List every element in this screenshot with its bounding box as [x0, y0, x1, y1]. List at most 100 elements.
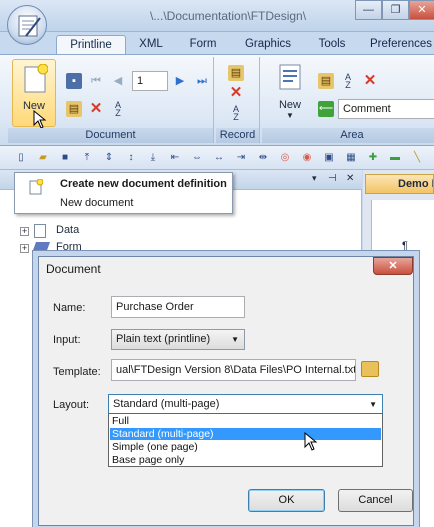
delete-area-icon[interactable]: ✕ — [362, 73, 378, 89]
sort-areas-icon[interactable]: AZ — [340, 73, 356, 90]
crop-icon[interactable]: ▣ — [322, 151, 336, 165]
layout-option-standard[interactable]: Standard (multi-page) — [110, 428, 381, 440]
mouse-cursor-icon — [304, 432, 318, 451]
layout-option-full[interactable]: Full — [110, 415, 381, 427]
close-panel-icon[interactable]: ✕ — [346, 173, 354, 184]
cancel-button[interactable]: Cancel — [338, 489, 413, 512]
document-group-label: Document — [8, 128, 213, 143]
layout-select[interactable]: Standard (multi-page) ▼ — [108, 394, 383, 415]
tree-item-label: Form — [56, 241, 82, 253]
dialog-title: Document — [46, 262, 101, 276]
draw-line-icon[interactable]: ╲ — [410, 151, 424, 165]
layout-option-simple[interactable]: Simple (one page) — [110, 441, 381, 453]
name-input[interactable]: Purchase Order — [111, 296, 245, 318]
template-input[interactable]: ual\FTDesign Version 8\Data Files\PO Int… — [111, 359, 356, 381]
save-file-icon[interactable]: ■ — [58, 151, 72, 165]
go-back-icon[interactable]: ⟵ — [318, 101, 334, 117]
tab-graphics[interactable]: Graphics — [236, 35, 300, 55]
move-top-icon[interactable]: ⤒ — [80, 151, 94, 165]
first-page-icon[interactable]: ⏮ — [88, 73, 104, 89]
tree-item-form[interactable]: + Form — [20, 240, 220, 256]
area-type-field[interactable]: Comment — [338, 99, 434, 119]
ribbon-tab-row: Printline XML Form Graphics Tools Prefer… — [0, 32, 434, 55]
close-window-button[interactable]: ✕ — [409, 0, 434, 20]
last-page-icon[interactable]: ⏭ — [194, 73, 210, 89]
expand-horizontal-icon[interactable]: ↔ — [212, 151, 226, 165]
new-area-icon — [279, 64, 301, 90]
dialog-title-bar: Document ✕ — [38, 256, 414, 282]
browse-folder-icon[interactable] — [361, 361, 379, 377]
record-group-label: Record — [216, 128, 259, 143]
target-alt-icon[interactable]: ◉ — [300, 151, 314, 165]
tab-xml[interactable]: XML — [128, 35, 174, 55]
align-right-icon[interactable]: ⇥ — [234, 151, 248, 165]
layout-select-value: Standard (multi-page) — [113, 398, 220, 410]
layout-label: Layout: — [53, 399, 90, 411]
ribbon: New ▪ ⏮ ◀ 1 ▶ ⏭ ▤ ✕ AZ Document ▤ ✕ AZ R… — [0, 54, 434, 146]
move-up-down-icon[interactable]: ⇕ — [102, 151, 116, 165]
window-title: \...\Documentation\FTDesign\ — [150, 9, 307, 23]
new-document-small-icon — [29, 179, 43, 195]
layout-option-base-page[interactable]: Base page only — [110, 454, 381, 466]
tab-printline[interactable]: Printline — [56, 35, 126, 55]
data-icon — [34, 224, 46, 238]
document-dialog: Name: Purchase Order Input: Plain text (… — [38, 256, 414, 526]
minimize-button[interactable]: — — [355, 0, 382, 20]
pin-icon[interactable]: ⊣ — [328, 173, 337, 184]
add-icon[interactable]: ✚ — [366, 151, 380, 165]
sort-icon[interactable]: AZ — [110, 101, 126, 118]
distribute-icon[interactable]: ⇹ — [256, 151, 270, 165]
expand-toggle-icon[interactable]: + — [20, 244, 29, 253]
record-properties-icon[interactable]: ▤ — [228, 65, 244, 81]
tab-preferences[interactable]: Preferences — [365, 35, 434, 55]
new-document-tooltip: Create new document definition New docum… — [14, 172, 233, 214]
tree-item-data[interactable]: + Data — [20, 223, 220, 239]
tab-tools[interactable]: Tools — [306, 35, 358, 55]
grid-icon[interactable]: ▦ — [344, 151, 358, 165]
page-number-input[interactable]: 1 — [132, 71, 168, 91]
expand-toggle-icon[interactable]: + — [20, 227, 29, 236]
preview-tab[interactable]: Demo I — [365, 174, 434, 194]
document-group: New ▪ ⏮ ◀ 1 ▶ ⏭ ▤ ✕ AZ Document — [8, 57, 214, 143]
paragraph-mark-icon: ¶ — [402, 240, 408, 252]
ok-button[interactable]: OK — [248, 489, 325, 512]
next-page-icon[interactable]: ▶ — [172, 73, 188, 89]
remove-icon[interactable]: ▬ — [388, 151, 402, 165]
application-logo-icon — [18, 15, 41, 37]
window-controls: — ❐ ✕ — [355, 0, 434, 20]
application-menu-button[interactable] — [7, 5, 47, 45]
chevron-down-icon: ▼ — [231, 335, 239, 344]
area-group: New ▼ ▤ AZ ✕ ⟵ Comment Area — [262, 57, 434, 143]
input-label: Input: — [53, 334, 81, 346]
expand-vertical-icon[interactable]: ↕ — [124, 151, 138, 165]
previous-page-icon[interactable]: ◀ — [110, 73, 126, 89]
move-left-right-icon[interactable]: ⇔ — [190, 151, 204, 165]
tooltip-title: Create new document definition — [60, 178, 227, 190]
new-area-button[interactable]: New ▼ — [270, 59, 310, 127]
title-bar: \...\Documentation\FTDesign\ — ❐ ✕ — [0, 0, 434, 32]
new-file-icon[interactable]: ▯ — [14, 151, 28, 165]
target-icon[interactable]: ◎ — [278, 151, 292, 165]
save-icon[interactable]: ▪ — [66, 73, 82, 89]
move-bottom-icon[interactable]: ⤓ — [146, 151, 160, 165]
input-select[interactable]: Plain text (printline) ▼ — [111, 329, 245, 350]
sort-records-icon[interactable]: AZ — [228, 105, 244, 122]
new-area-label: New — [278, 99, 301, 111]
panel-menu-icon[interactable]: ▾ — [312, 173, 317, 184]
area-properties-icon[interactable]: ▤ — [318, 73, 334, 89]
close-dialog-button[interactable]: ✕ — [373, 257, 413, 275]
delete-record-icon[interactable]: ✕ — [228, 85, 244, 101]
tree-item-label: Data — [56, 224, 80, 236]
chevron-down-icon: ▼ — [286, 111, 294, 120]
align-left-icon[interactable]: ⇤ — [168, 151, 182, 165]
name-label: Name: — [53, 302, 86, 314]
new-document-button[interactable]: New — [12, 59, 56, 129]
layout-dropdown-list: Full Standard (multi-page) Simple (one p… — [108, 413, 383, 467]
document-properties-icon[interactable]: ▤ — [66, 101, 82, 117]
open-folder-icon[interactable]: ▰ — [36, 151, 50, 165]
maximize-button[interactable]: ❐ — [382, 0, 409, 20]
toolbar: ▯ ▰ ■ ⤒ ⇕ ↕ ⤓ ⇤ ⇔ ↔ ⇥ ⇹ ◎ ◉ ▣ ▦ ✚ ▬ ╲ — [0, 146, 434, 170]
delete-document-icon[interactable]: ✕ — [88, 101, 104, 117]
form-icon — [31, 242, 51, 253]
tab-form[interactable]: Form — [180, 35, 226, 55]
